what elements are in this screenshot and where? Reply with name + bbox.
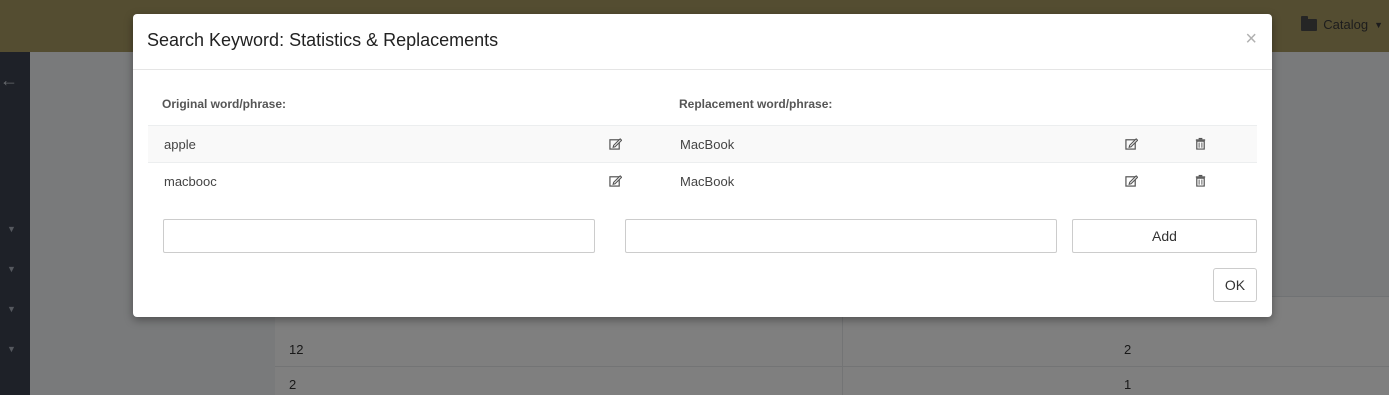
replacement-word: MacBook [680, 174, 735, 189]
table-row: apple MacBook [148, 125, 1257, 162]
ok-button[interactable]: OK [1213, 268, 1257, 302]
modal-title: Search Keyword: Statistics & Replacement… [147, 30, 499, 50]
original-word: apple [164, 137, 196, 152]
edit-icon[interactable] [1125, 137, 1138, 150]
replacement-word: MacBook [680, 137, 735, 152]
original-column-header: Original word/phrase: [162, 97, 287, 111]
edit-icon[interactable] [609, 137, 622, 150]
modal-header: Search Keyword: Statistics & Replacement… [133, 14, 1272, 70]
table-row: macbooc MacBook [148, 162, 1257, 199]
add-button[interactable]: Add [1072, 219, 1257, 253]
edit-icon[interactable] [609, 174, 622, 187]
edit-icon[interactable] [1125, 174, 1138, 187]
keyword-replacements-modal: Search Keyword: Statistics & Replacement… [133, 14, 1272, 317]
trash-icon[interactable] [1194, 174, 1207, 187]
original-word-input[interactable] [163, 219, 595, 253]
replacement-word-input[interactable] [625, 219, 1057, 253]
trash-icon[interactable] [1194, 137, 1207, 150]
close-icon[interactable]: × [1245, 28, 1257, 51]
replacement-column-header: Replacement word/phrase: [679, 97, 833, 111]
original-word: macbooc [164, 174, 217, 189]
